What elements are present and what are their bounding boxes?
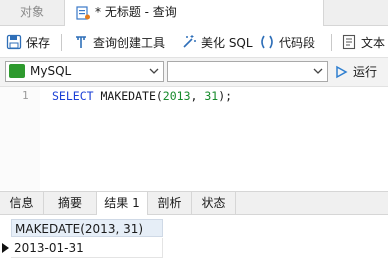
- document-tab-bar: 对象 * 无标题 - 查询: [0, 0, 388, 26]
- beautify-sql-button[interactable]: 美化 SQL: [181, 27, 253, 57]
- query-builder-button[interactable]: 查询创建工具: [73, 27, 165, 57]
- code-segment-button[interactable]: 代码段: [259, 27, 315, 57]
- mysql-connection-icon: [9, 64, 25, 78]
- save-button[interactable]: 保存: [6, 27, 50, 57]
- text-button[interactable]: 文本: [341, 27, 385, 57]
- result-grid: MAKEDATE(2013, 31) 2013-01-31: [0, 215, 388, 264]
- chevron-down-icon: [313, 68, 323, 74]
- tab-profile[interactable]: 剖析: [148, 192, 192, 214]
- sql-close: );: [218, 89, 233, 103]
- result-tab-bar: 信息 摘要 结果 1 剖析 状态: [0, 191, 388, 215]
- current-row-indicator-icon: [2, 243, 9, 253]
- toolbar-divider: [331, 34, 332, 51]
- parentheses-icon: [261, 35, 273, 49]
- text-label: 文本: [361, 35, 386, 50]
- tab-summary[interactable]: 摘要: [44, 192, 97, 214]
- line-number: 1: [22, 89, 29, 102]
- magic-wand-icon: [183, 35, 196, 48]
- tab-status[interactable]: 状态: [192, 192, 236, 214]
- tab-query[interactable]: * 无标题 - 查询: [64, 0, 324, 26]
- text-doc-icon: [342, 34, 356, 50]
- tab-query-label: * 无标题 - 查询: [95, 5, 177, 19]
- chevron-down-icon: [149, 68, 159, 74]
- beautify-sql-label: 美化 SQL: [201, 35, 253, 50]
- sql-editor[interactable]: 1 SELECT MAKEDATE(2013, 31);: [0, 87, 388, 190]
- toolbar-divider: [61, 34, 62, 51]
- connection-value: MySQL: [30, 64, 72, 78]
- sql-separator: ,: [190, 89, 205, 103]
- sql-code-line: SELECT MAKEDATE(2013, 31);: [52, 89, 232, 103]
- run-button[interactable]: 运行: [334, 61, 377, 82]
- save-label: 保存: [26, 35, 51, 50]
- code-segment-label: 代码段: [279, 35, 316, 50]
- query-doc-icon: [76, 6, 90, 20]
- sql-arg-day: 31: [204, 89, 219, 103]
- save-icon: [6, 34, 22, 50]
- sql-arg-year: 2013: [162, 89, 191, 103]
- play-icon: [336, 65, 348, 78]
- column-header[interactable]: MAKEDATE(2013, 31): [11, 219, 163, 237]
- connection-bar: MySQL 运行: [0, 58, 388, 87]
- run-label: 运行: [353, 65, 378, 79]
- tab-info[interactable]: 信息: [0, 192, 44, 214]
- tab-result-1[interactable]: 结果 1: [97, 192, 148, 215]
- query-toolbar: 保存 查询创建工具 美化 SQL 代码段 文本: [0, 27, 388, 58]
- sql-keyword: SELECT: [52, 89, 94, 103]
- table-cell[interactable]: 2013-01-31: [11, 238, 163, 258]
- sql-function: MAKEDATE(: [100, 89, 163, 103]
- connection-select[interactable]: MySQL: [5, 61, 164, 82]
- database-select[interactable]: [167, 61, 328, 82]
- query-builder-icon: [76, 36, 86, 48]
- tab-objects[interactable]: 对象: [0, 0, 64, 25]
- query-builder-label: 查询创建工具: [93, 35, 166, 50]
- line-number-gutter: 1: [0, 87, 40, 190]
